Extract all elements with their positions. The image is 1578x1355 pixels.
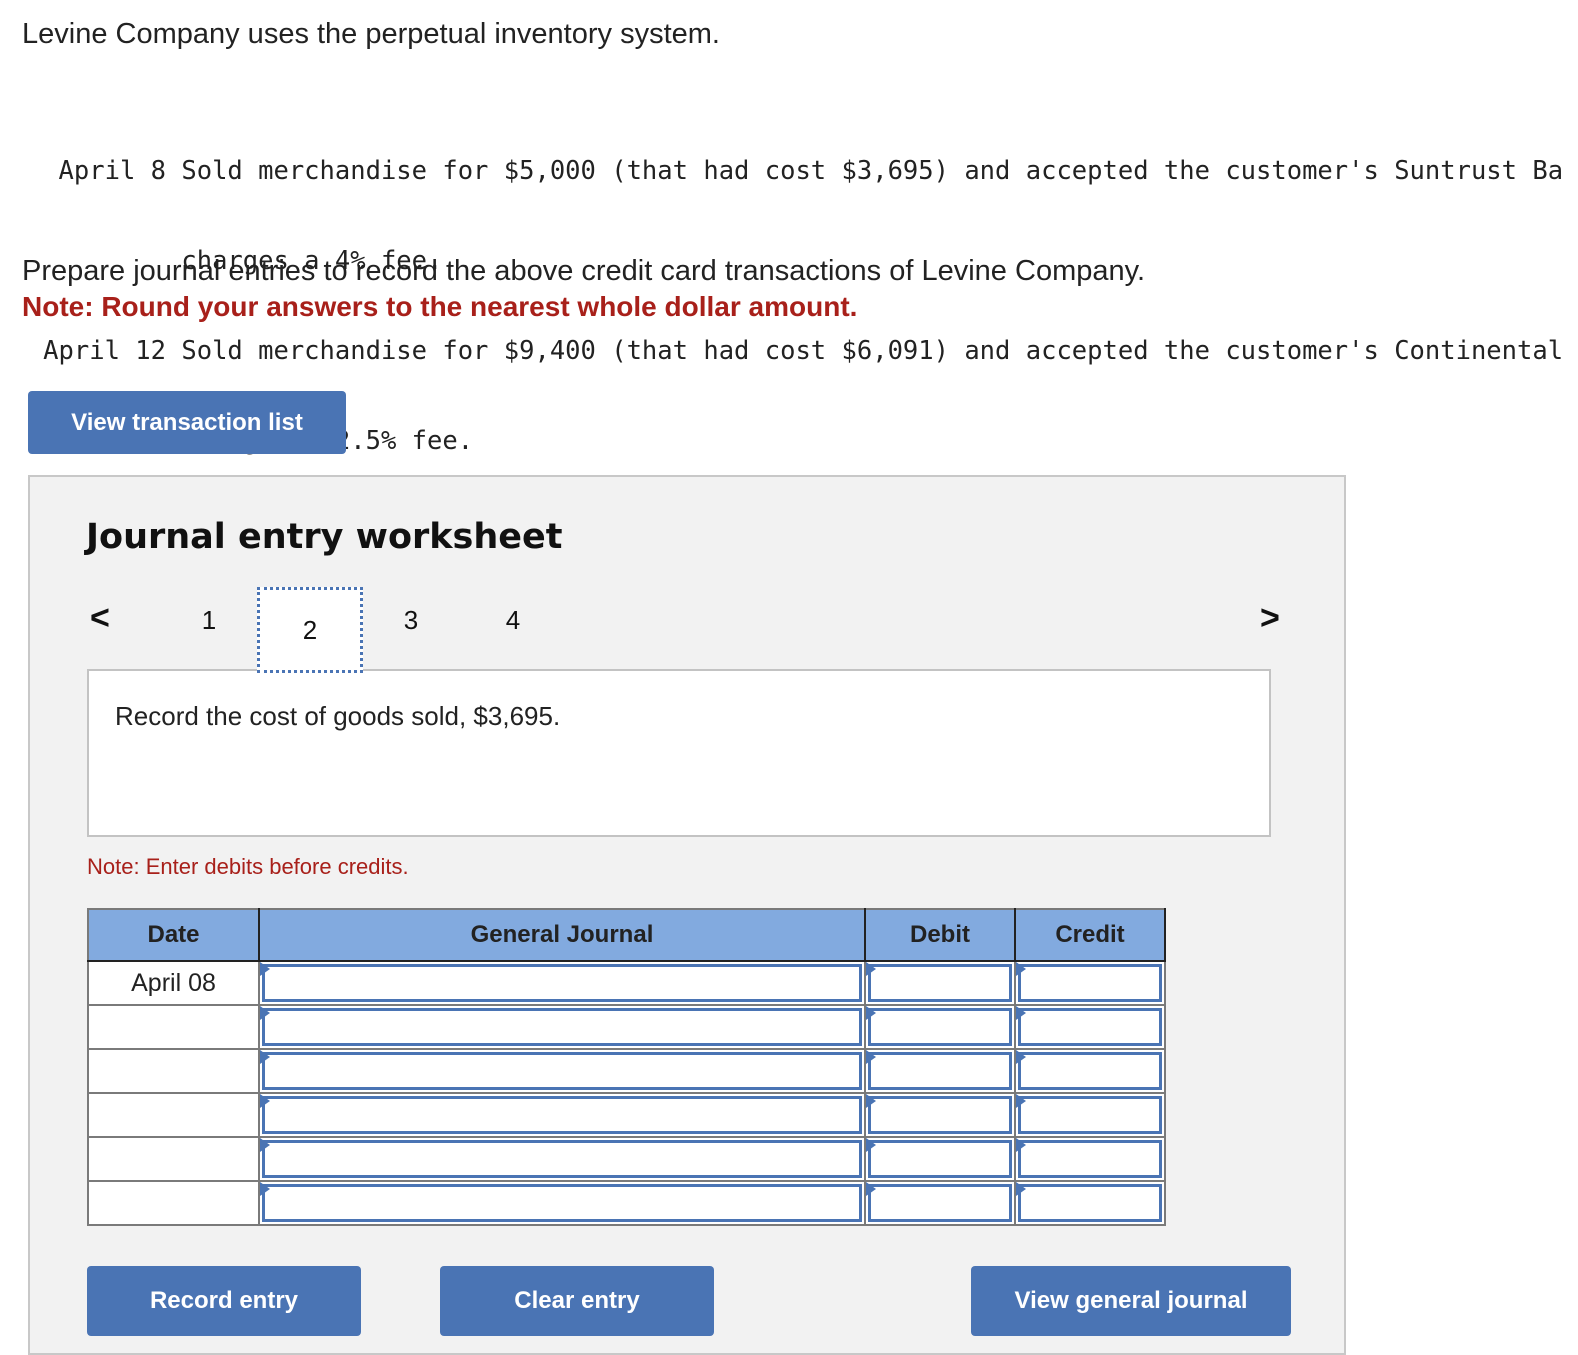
column-header-date: Date (87, 908, 260, 962)
credit-cell (1014, 1180, 1166, 1226)
credit-cell (1014, 1004, 1166, 1050)
intro-text: Levine Company uses the perpetual invent… (22, 18, 720, 50)
credit-input[interactable] (1018, 1052, 1162, 1090)
journal-row (87, 1136, 1166, 1182)
debit-input[interactable] (868, 1184, 1012, 1222)
credit-input[interactable] (1018, 1140, 1162, 1178)
journal-table: Date General Journal Debit Credit April … (87, 908, 1166, 1226)
dropdown-indicator-icon (260, 1138, 270, 1152)
account-input[interactable] (262, 1140, 862, 1178)
dropdown-indicator-icon (866, 1138, 876, 1152)
debits-note: Note: Enter debits before credits. (87, 854, 409, 879)
dropdown-indicator-icon (1016, 1050, 1026, 1064)
column-header-general-journal: General Journal (258, 908, 866, 962)
dropdown-indicator-icon (866, 1182, 876, 1196)
debit-cell (864, 960, 1016, 1006)
transaction-date: April 8 (58, 156, 166, 186)
debit-input[interactable] (868, 1096, 1012, 1134)
dropdown-indicator-icon (260, 1050, 270, 1064)
debit-input[interactable] (868, 1008, 1012, 1046)
dropdown-indicator-icon (260, 1006, 270, 1020)
credit-input[interactable] (1018, 964, 1162, 1002)
dropdown-indicator-icon (866, 1006, 876, 1020)
view-general-journal-button[interactable]: View general journal (971, 1266, 1291, 1336)
dropdown-indicator-icon (866, 1050, 876, 1064)
account-input[interactable] (262, 1008, 862, 1046)
journal-entry-worksheet: Journal entry worksheet < 1 2 3 4 > Reco… (28, 475, 1346, 1355)
journal-header-row: Date General Journal Debit Credit (87, 908, 1166, 962)
dropdown-indicator-icon (1016, 962, 1026, 976)
entry-description: Record the cost of goods sold, $3,695. (115, 701, 561, 731)
date-cell: April 08 (87, 960, 260, 1006)
dropdown-indicator-icon (1016, 1006, 1026, 1020)
debit-cell (864, 1136, 1016, 1182)
chevron-right-icon[interactable]: > (1260, 599, 1280, 638)
credit-cell (1014, 960, 1166, 1006)
transaction-date: April 12 (43, 336, 166, 366)
transaction-text: Sold merchandise for $5,000 (that had co… (181, 156, 1564, 186)
date-cell (87, 1180, 260, 1226)
date-cell (87, 1004, 260, 1050)
record-entry-button[interactable]: Record entry (87, 1266, 361, 1336)
debit-cell (864, 1004, 1016, 1050)
journal-row (87, 1092, 1166, 1138)
dropdown-indicator-icon (1016, 1138, 1026, 1152)
step-tab-3[interactable]: 3 (391, 605, 431, 636)
date-cell (87, 1092, 260, 1138)
dropdown-indicator-icon (260, 1094, 270, 1108)
debit-cell (864, 1048, 1016, 1094)
chevron-left-icon[interactable]: < (90, 599, 110, 638)
credit-cell (1014, 1048, 1166, 1094)
column-header-debit: Debit (864, 908, 1016, 962)
rounding-note: Note: Round your answers to the nearest … (22, 291, 858, 322)
account-cell (258, 1004, 866, 1050)
debit-input[interactable] (868, 964, 1012, 1002)
transaction-text: Sold merchandise for $9,400 (that had co… (181, 336, 1564, 366)
account-cell (258, 960, 866, 1006)
journal-row (87, 1180, 1166, 1226)
credit-cell (1014, 1092, 1166, 1138)
debit-cell (864, 1180, 1016, 1226)
clear-entry-button[interactable]: Clear entry (440, 1266, 714, 1336)
dropdown-indicator-icon (1016, 1094, 1026, 1108)
journal-row (87, 1004, 1166, 1050)
dropdown-indicator-icon (260, 1182, 270, 1196)
step-tab-2-active[interactable]: 2 (257, 587, 363, 673)
debit-cell (864, 1092, 1016, 1138)
account-cell (258, 1136, 866, 1182)
account-cell (258, 1048, 866, 1094)
account-cell (258, 1092, 866, 1138)
date-cell (87, 1048, 260, 1094)
credit-input[interactable] (1018, 1184, 1162, 1222)
instructions-text: Prepare journal entries to record the ab… (22, 255, 1146, 287)
transaction-item: April 8 Sold merchandise for $5,000 (tha… (22, 156, 1564, 186)
debit-input[interactable] (868, 1140, 1012, 1178)
dropdown-indicator-icon (866, 1094, 876, 1108)
step-tab-1[interactable]: 1 (189, 605, 229, 636)
journal-row: April 08 (87, 960, 1166, 1006)
step-tab-4[interactable]: 4 (493, 605, 533, 636)
account-cell (258, 1180, 866, 1226)
credit-cell (1014, 1136, 1166, 1182)
account-input[interactable] (262, 1052, 862, 1090)
worksheet-title: Journal entry worksheet (86, 517, 563, 557)
dropdown-indicator-icon (866, 962, 876, 976)
column-header-credit: Credit (1014, 908, 1166, 962)
dropdown-indicator-icon (1016, 1182, 1026, 1196)
account-input[interactable] (262, 1096, 862, 1134)
account-input[interactable] (262, 964, 862, 1002)
debit-input[interactable] (868, 1052, 1012, 1090)
credit-input[interactable] (1018, 1008, 1162, 1046)
transaction-item: April 12 Sold merchandise for $9,400 (th… (22, 336, 1563, 366)
credit-input[interactable] (1018, 1096, 1162, 1134)
dropdown-indicator-icon (260, 962, 270, 976)
view-transaction-list-button[interactable]: View transaction list (28, 391, 346, 454)
date-cell (87, 1136, 260, 1182)
account-input[interactable] (262, 1184, 862, 1222)
journal-row (87, 1048, 1166, 1094)
entry-description-box: Record the cost of goods sold, $3,695. (87, 669, 1271, 837)
